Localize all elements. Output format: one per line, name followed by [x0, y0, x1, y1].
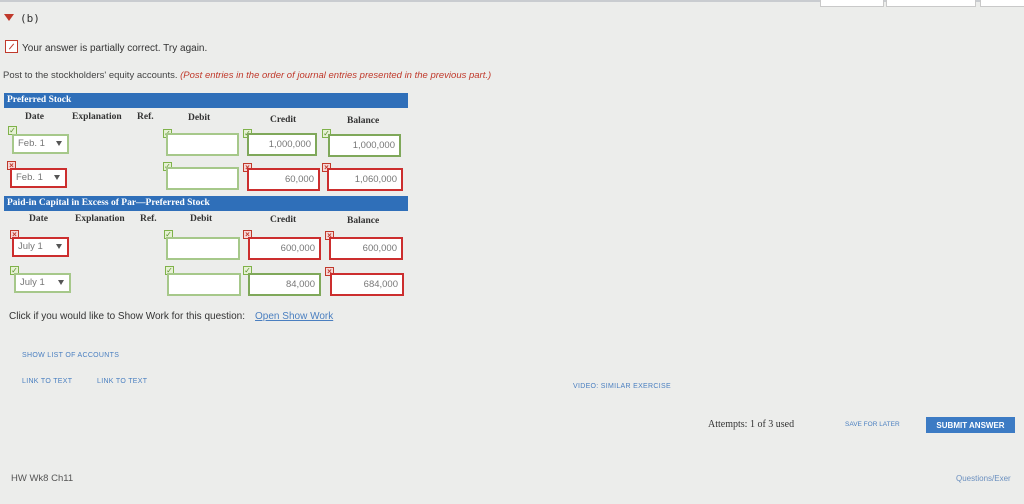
credit-input[interactable]: 600,000: [248, 237, 321, 260]
col-balance: Balance: [347, 116, 380, 126]
debit-input[interactable]: [166, 133, 239, 156]
feedback-text: Your answer is partially correct. Try ag…: [22, 43, 208, 54]
balance-input[interactable]: 1,060,000: [327, 168, 403, 191]
date-value: July 1: [18, 241, 43, 252]
credit-value: 84,000: [285, 279, 315, 290]
partial-correct-icon: [5, 40, 18, 53]
col-credit: Credit: [270, 115, 297, 125]
debit-input[interactable]: [166, 167, 239, 190]
save-for-later-button[interactable]: SAVE FOR LATER: [845, 421, 900, 428]
col-date: Date: [25, 112, 44, 122]
dropdown-arrow-icon: [56, 244, 62, 249]
dropdown-arrow-icon: [58, 280, 64, 285]
debit-input[interactable]: [166, 237, 240, 260]
questions-link[interactable]: Questions/Exer: [956, 474, 1011, 483]
credit-value: 60,000: [284, 174, 314, 185]
top-nav-bar: [0, 0, 1024, 10]
top-tab[interactable]: [980, 0, 1024, 7]
link-to-text-1[interactable]: LINK TO TEXT: [22, 378, 72, 385]
balance-value: 1,060,000: [354, 174, 397, 185]
col-debit: Debit: [190, 214, 213, 224]
feedback-message: Your answer is partially correct. Try ag…: [5, 40, 207, 54]
credit-input[interactable]: 1,000,000: [247, 133, 317, 156]
top-tab[interactable]: [886, 0, 976, 7]
part-header[interactable]: (b): [4, 11, 40, 25]
date-value: Feb. 1: [16, 172, 43, 183]
show-work-row: Click if you would like to Show Work for…: [9, 311, 333, 322]
top-tab[interactable]: [820, 0, 884, 7]
instructions: Post to the stockholders' equity account…: [3, 70, 491, 81]
show-work-prompt: Click if you would like to Show Work for…: [9, 311, 246, 322]
balance-input[interactable]: 1,000,000: [328, 134, 401, 157]
date-select[interactable]: July 1: [12, 237, 69, 257]
part-label: (b): [20, 12, 40, 25]
col-ref: Ref.: [137, 112, 154, 122]
col-balance: Balance: [347, 216, 380, 226]
instructions-main: Post to the stockholders' equity account…: [3, 70, 178, 81]
submit-answer-button[interactable]: SUBMIT ANSWER: [926, 417, 1015, 433]
col-credit: Credit: [270, 215, 297, 225]
date-select[interactable]: Feb. 1: [10, 168, 67, 188]
col-explanation: Explanation: [75, 214, 125, 224]
assignment-name: HW Wk8 Ch11: [11, 473, 74, 484]
col-ref: Ref.: [140, 214, 157, 224]
balance-input[interactable]: 684,000: [330, 273, 404, 296]
balance-value: 1,000,000: [352, 140, 395, 151]
account-title: Preferred Stock: [4, 93, 408, 108]
dropdown-arrow-icon: [54, 175, 60, 180]
date-select[interactable]: July 1: [14, 273, 71, 293]
credit-value: 1,000,000: [268, 139, 311, 150]
video-similar-exercise-link[interactable]: VIDEO: SIMILAR EXERCISE: [573, 383, 671, 390]
instructions-note: (Post entries in the order of journal en…: [180, 70, 492, 81]
date-value: July 1: [20, 277, 45, 288]
credit-value: 600,000: [280, 243, 315, 254]
attempts-counter: Attempts: 1 of 3 used: [708, 419, 795, 430]
balance-value: 684,000: [363, 279, 398, 290]
date-select[interactable]: Feb. 1: [12, 134, 69, 154]
col-date: Date: [29, 214, 48, 224]
col-debit: Debit: [188, 113, 211, 123]
collapse-triangle-icon[interactable]: [4, 14, 14, 21]
account-title: Paid-in Capital in Excess of Par—Preferr…: [4, 196, 408, 211]
balance-value: 600,000: [362, 243, 397, 254]
link-to-text-2[interactable]: LINK TO TEXT: [97, 378, 147, 385]
dropdown-arrow-icon: [56, 141, 62, 146]
debit-input[interactable]: [167, 273, 241, 296]
balance-input[interactable]: 600,000: [329, 237, 403, 260]
date-value: Feb. 1: [18, 138, 45, 149]
show-list-of-accounts-link[interactable]: SHOW LIST OF ACCOUNTS: [22, 352, 119, 359]
open-show-work-link[interactable]: Open Show Work: [255, 311, 333, 322]
credit-input[interactable]: 84,000: [248, 273, 321, 296]
credit-input[interactable]: 60,000: [247, 168, 320, 191]
col-explanation: Explanation: [72, 112, 122, 122]
